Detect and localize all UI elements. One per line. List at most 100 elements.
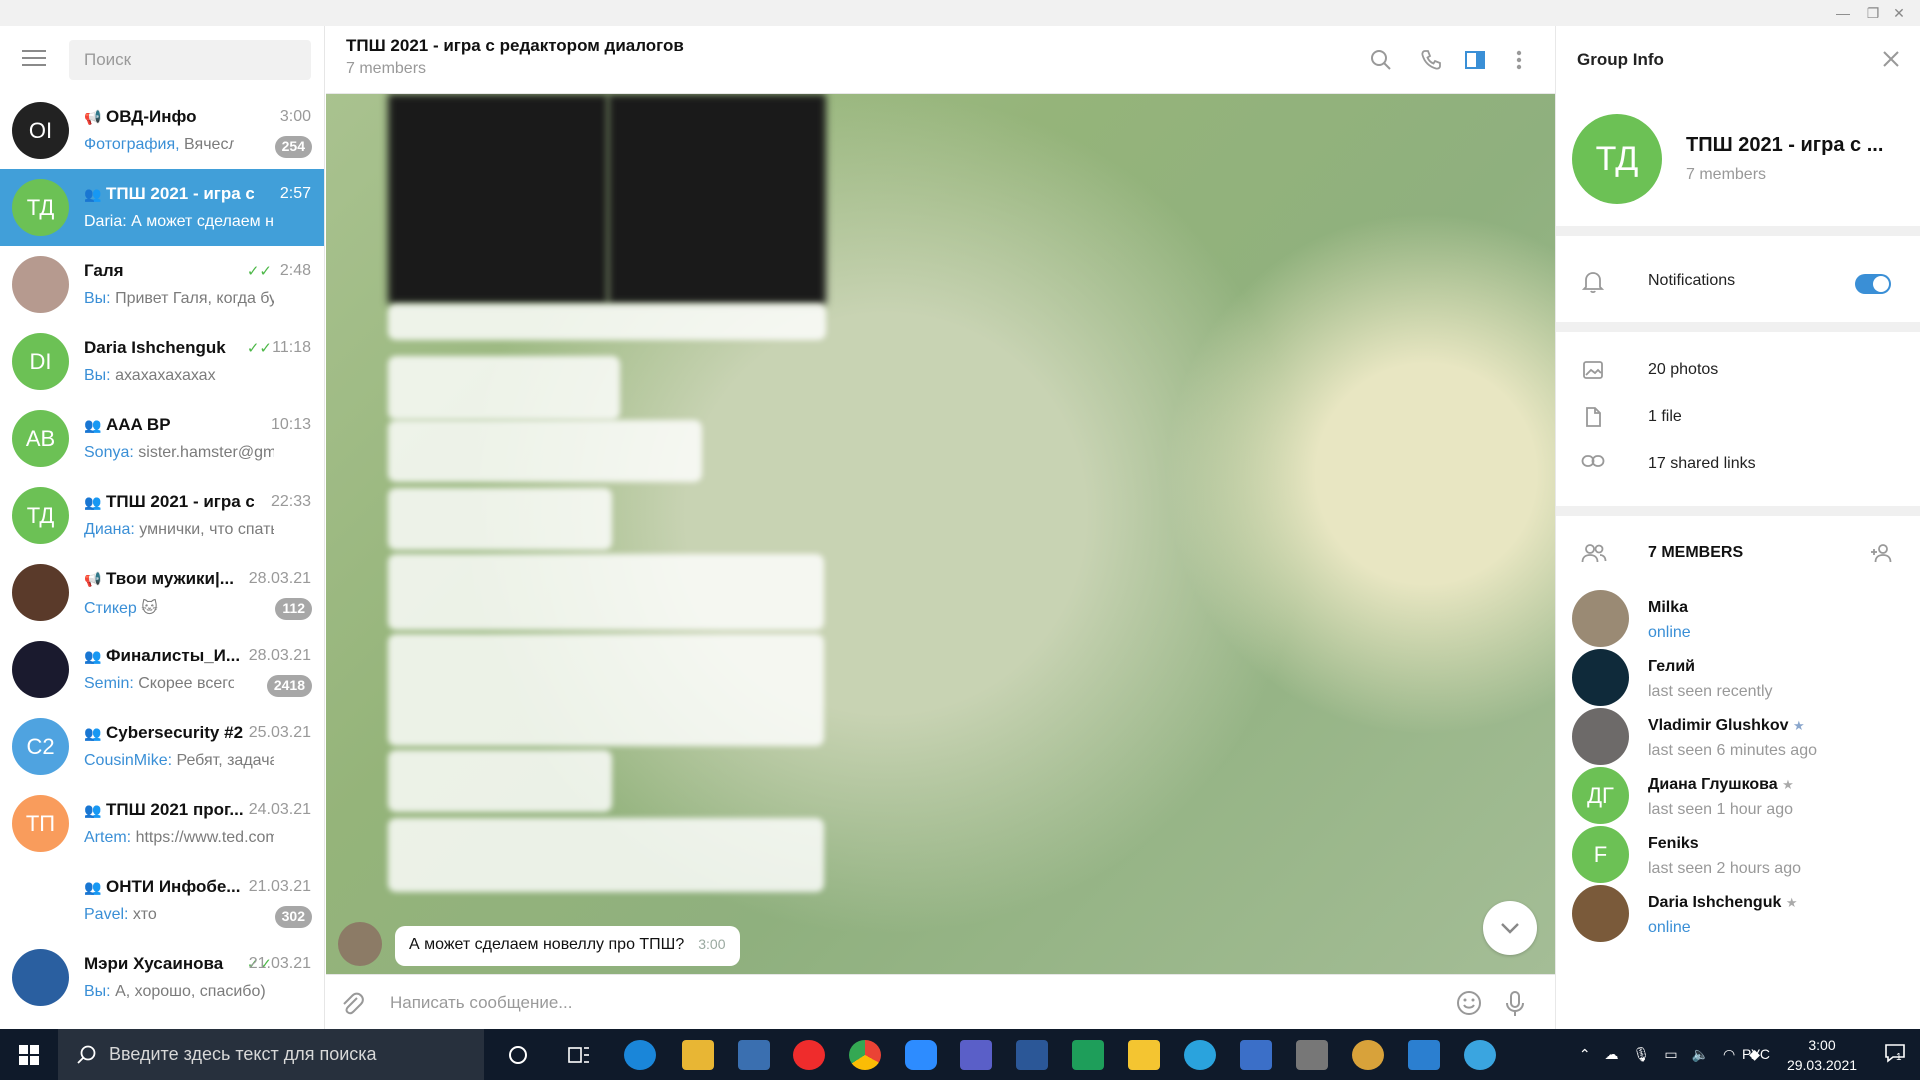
read-checkmarks-icon: ✓✓ bbox=[246, 340, 272, 357]
member-name: Диана Глушкова ★ bbox=[1648, 776, 1794, 793]
group-avatar[interactable]: ТД bbox=[1572, 114, 1662, 204]
wifi-icon[interactable]: ◠ bbox=[1723, 1046, 1735, 1063]
chat-list-item[interactable]: ТП 👥 ТПШ 2021 прог... 24.03.21 Artem: https:… bbox=[0, 785, 324, 862]
sticky-notes-icon[interactable] bbox=[1128, 1040, 1160, 1070]
blurred-media bbox=[608, 94, 826, 304]
edge-icon[interactable] bbox=[624, 1040, 656, 1070]
task-view-icon[interactable] bbox=[563, 1040, 595, 1070]
shared-media-files[interactable]: 1 file bbox=[1556, 398, 1920, 438]
emoji-icon[interactable] bbox=[1456, 990, 1482, 1023]
chat-name: 👥 ОНТИ Инфобе... bbox=[84, 877, 241, 896]
onedrive-icon[interactable]: ☁ bbox=[1605, 1046, 1619, 1063]
chat-list-item[interactable]: Мэри Хусаинова ✓✓ 21.03.21 Вы: А, хорошо, с… bbox=[0, 939, 324, 1016]
volume-icon[interactable]: 🔈 bbox=[1692, 1046, 1709, 1063]
teams-icon[interactable] bbox=[960, 1040, 992, 1070]
chat-list-item[interactable]: Галя ✓✓ 2:48 Вы: Привет Галя, когда буде... bbox=[0, 246, 324, 323]
search-icon[interactable] bbox=[1368, 47, 1394, 73]
pen-app-icon[interactable] bbox=[1464, 1040, 1496, 1070]
chat-name: Daria Ishchenguk bbox=[84, 338, 226, 357]
add-member-icon[interactable] bbox=[1869, 542, 1895, 569]
chat-list-item[interactable]: 👥 Финалисты_И... 28.03.21 Semin: Скорее все… bbox=[0, 631, 324, 708]
attach-icon[interactable] bbox=[340, 990, 364, 1023]
store-icon[interactable] bbox=[738, 1040, 770, 1070]
chat-time: 28.03.21 bbox=[248, 570, 311, 587]
member-status: online bbox=[1648, 624, 1691, 641]
group-icon: 👥 bbox=[84, 879, 102, 895]
member-item[interactable]: Daria Ishchenguk ★ online bbox=[1556, 883, 1920, 943]
message-input[interactable] bbox=[390, 988, 1390, 1018]
battery-icon[interactable]: ▭ bbox=[1664, 1046, 1677, 1063]
member-item[interactable]: ДГ Диана Глушкова ★ last seen 1 hour ago bbox=[1556, 765, 1920, 825]
chat-list-item[interactable]: 📢 Твои мужики|... 28.03.21 Стикер 🐱 112 bbox=[0, 554, 324, 631]
member-item[interactable]: Milka online bbox=[1556, 588, 1920, 648]
close-window-button[interactable]: ✕ bbox=[1876, 0, 1920, 26]
yandex-browser-icon[interactable] bbox=[793, 1040, 825, 1070]
chat-list-item[interactable]: AB 👥AAA BP 10:13 Sonya: sister.hamster@gmai… bbox=[0, 400, 324, 477]
zoom-icon[interactable] bbox=[905, 1040, 937, 1070]
phone-icon[interactable] bbox=[1418, 47, 1444, 73]
member-item[interactable]: Гелий last seen recently bbox=[1556, 647, 1920, 707]
cortana-icon[interactable] bbox=[502, 1040, 534, 1070]
chat-list-item[interactable]: 👥 ОНТИ Инфобе... 21.03.21 Pavel: хто 302 bbox=[0, 862, 324, 939]
chat-time: 2:48 bbox=[279, 262, 311, 279]
notifications-row[interactable]: Notifications bbox=[1556, 262, 1920, 302]
calculator-icon[interactable] bbox=[1296, 1040, 1328, 1070]
member-item[interactable]: Vladimir Glushkov ★ last seen 6 minutes a… bbox=[1556, 706, 1920, 766]
chat-list-item[interactable]: ТД 👥ТПШ 2021 - игра с ... 2:57 Daria: А мож… bbox=[0, 169, 324, 246]
windows-icon bbox=[19, 1044, 39, 1065]
chat-title[interactable]: ТПШ 2021 - игра с редактором диалогов bbox=[346, 36, 684, 56]
more-options-icon[interactable] bbox=[1506, 47, 1532, 73]
shared-media-links[interactable]: 17 shared links bbox=[1556, 445, 1920, 485]
chat-name: 📢 Твои мужики|... bbox=[84, 569, 234, 588]
close-icon[interactable] bbox=[1882, 44, 1900, 75]
microphone-icon[interactable] bbox=[1504, 990, 1526, 1025]
blurred-message bbox=[388, 554, 824, 630]
chat-avatar: DI bbox=[12, 333, 69, 390]
blurred-message bbox=[388, 304, 826, 340]
notifications-toggle[interactable] bbox=[1855, 274, 1891, 294]
input-language[interactable]: РУС bbox=[1742, 1046, 1770, 1062]
start-button[interactable] bbox=[0, 1029, 58, 1080]
paint-icon[interactable] bbox=[1352, 1040, 1384, 1070]
taskbar-clock[interactable]: 3:00 29.03.2021 bbox=[1782, 1035, 1862, 1075]
file-explorer-icon[interactable] bbox=[682, 1040, 714, 1070]
action-center-icon[interactable]: 1 bbox=[1884, 1042, 1906, 1069]
chat-list-item[interactable]: ТД 👥ТПШ 2021 - игра с ... 22:33 Диана: умни… bbox=[0, 477, 324, 554]
chat-member-count: 7 members bbox=[346, 60, 427, 77]
chat-avatar: AB bbox=[12, 410, 69, 467]
menu-icon[interactable] bbox=[22, 50, 46, 68]
chrome-icon[interactable] bbox=[849, 1040, 881, 1070]
member-name: Feniks bbox=[1648, 835, 1699, 852]
bell-icon bbox=[1581, 270, 1605, 294]
chat-name: 👥ТПШ 2021 - игра с ... bbox=[84, 184, 254, 203]
section-divider bbox=[1556, 226, 1920, 236]
telegram-icon[interactable] bbox=[1184, 1040, 1216, 1070]
message-bubble[interactable]: А может сделаем новеллу про ТПШ? 3:00 bbox=[395, 926, 740, 966]
chat-list-item[interactable]: OI 📢ОВД-Инфо 3:00 Фотография, Вячесла... 254 bbox=[0, 92, 324, 169]
member-status: last seen recently bbox=[1648, 683, 1773, 700]
scroll-down-button[interactable] bbox=[1483, 901, 1537, 955]
section-divider bbox=[1556, 322, 1920, 332]
sender-avatar[interactable] bbox=[338, 922, 382, 966]
member-item[interactable]: F Feniks last seen 2 hours ago bbox=[1556, 824, 1920, 884]
chat-list-item[interactable]: DI Daria Ishchenguk ✓✓ 11:18 Вы: ахахахахаха… bbox=[0, 323, 324, 400]
chat-time: 28.03.21 bbox=[248, 647, 311, 664]
mic-icon[interactable]: 🎙 bbox=[1633, 1046, 1651, 1063]
chat-list-item[interactable]: C2 👥 Cybersecurity #2 25.03.21 CousinMike: Р… bbox=[0, 708, 324, 785]
excel-icon[interactable] bbox=[1072, 1040, 1104, 1070]
group-icon: 👥 bbox=[84, 802, 102, 818]
tray-chevron-up-icon[interactable]: ⌃ bbox=[1579, 1046, 1591, 1063]
message-history[interactable]: А может сделаем новеллу про ТПШ? 3:00 bbox=[326, 94, 1555, 974]
unread-badge: 254 bbox=[274, 136, 312, 158]
taskbar-search[interactable]: Введите здесь текст для поиска bbox=[58, 1029, 484, 1080]
member-avatar bbox=[1572, 708, 1629, 765]
search-input[interactable] bbox=[69, 40, 311, 80]
sidebar-toggle-icon[interactable] bbox=[1462, 47, 1488, 73]
shared-media-photos[interactable]: 20 photos bbox=[1556, 351, 1920, 391]
word-icon[interactable] bbox=[1016, 1040, 1048, 1070]
document-viewer-icon[interactable] bbox=[1240, 1040, 1272, 1070]
notifications-label: Notifications bbox=[1648, 272, 1736, 289]
photos-icon[interactable] bbox=[1408, 1040, 1440, 1070]
chat-name: 📢 ОВД-Инфо bbox=[84, 107, 197, 126]
chat-avatar bbox=[12, 564, 69, 621]
